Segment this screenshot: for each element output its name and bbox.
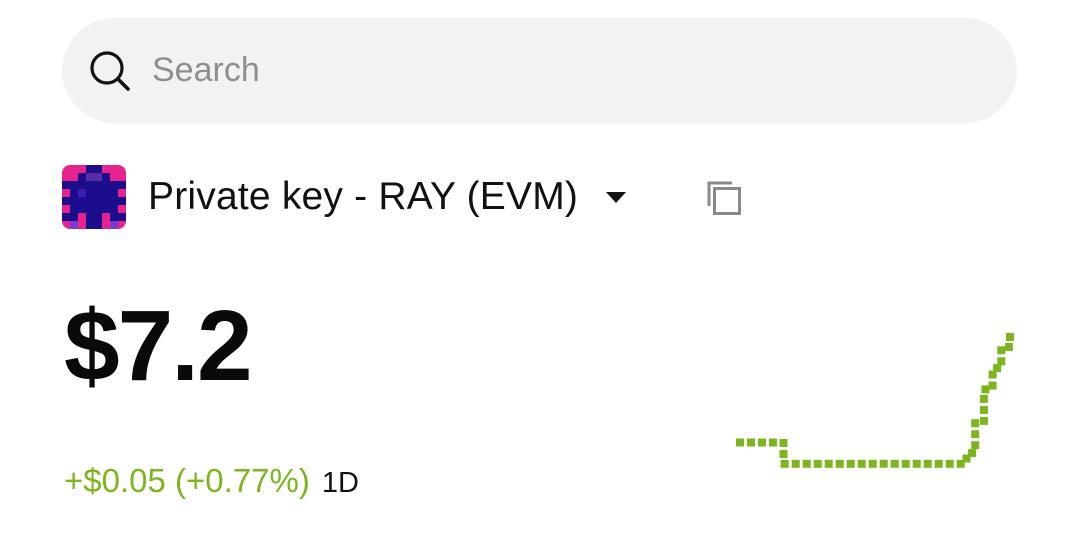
search-input[interactable] [152,40,972,101]
sparkline-point [997,346,1006,355]
sparkline-point [747,438,755,447]
sparkline-point [779,450,788,458]
sparkline-point [813,459,822,468]
sparkline-point [857,459,866,468]
sparkline-point [769,438,777,447]
sparkline-point [846,459,855,468]
sparkline-point [890,459,899,468]
sparkline-point [736,438,744,447]
sparkline-point [934,459,943,468]
sparkline-point [997,357,1006,366]
sparkline-point [971,441,980,450]
sparkline-point [1004,342,1013,351]
sparkline-point [802,459,811,468]
sparkline-point [791,459,800,468]
account-name: Private key - RAY (EVM) [148,175,579,218]
portfolio-balance: $7.2 [64,290,253,402]
sparkline-point [981,385,990,394]
sparkline-point [868,459,877,468]
sparkline-point [993,364,1002,373]
sparkline-point [779,439,788,447]
price-change: +$0.05 (+0.77%) [64,462,310,499]
chevron-down-icon[interactable] [606,191,627,203]
sparkline-point [901,459,910,468]
sparkline-point [1006,333,1014,341]
sparkline-point [988,381,997,390]
sparkline-point [835,459,844,468]
period-label[interactable]: 1D [322,467,359,500]
sparkline-point [923,459,932,468]
sparkline-point [780,459,789,468]
sparkline-point [971,419,980,428]
sparkline-point [945,459,954,468]
sparkline-point [979,416,988,425]
sparkline-point [879,459,888,468]
sparkline-chart [736,333,1014,468]
sparkline-point [979,405,988,414]
search-bar[interactable] [62,18,1017,123]
sparkline-point [912,459,921,468]
account-selector[interactable]: Private key - RAY (EVM) [62,164,627,230]
sparkline-point [979,394,988,403]
change-row: +$0.05 (+0.77%) 1D [64,462,359,500]
search-icon [88,49,132,93]
copy-icon[interactable] [704,178,744,218]
sparkline-point [971,430,980,439]
sparkline-point [758,438,766,447]
sparkline-point [824,459,833,468]
sparkline-point [968,449,977,458]
pixel-avatar [62,165,126,229]
